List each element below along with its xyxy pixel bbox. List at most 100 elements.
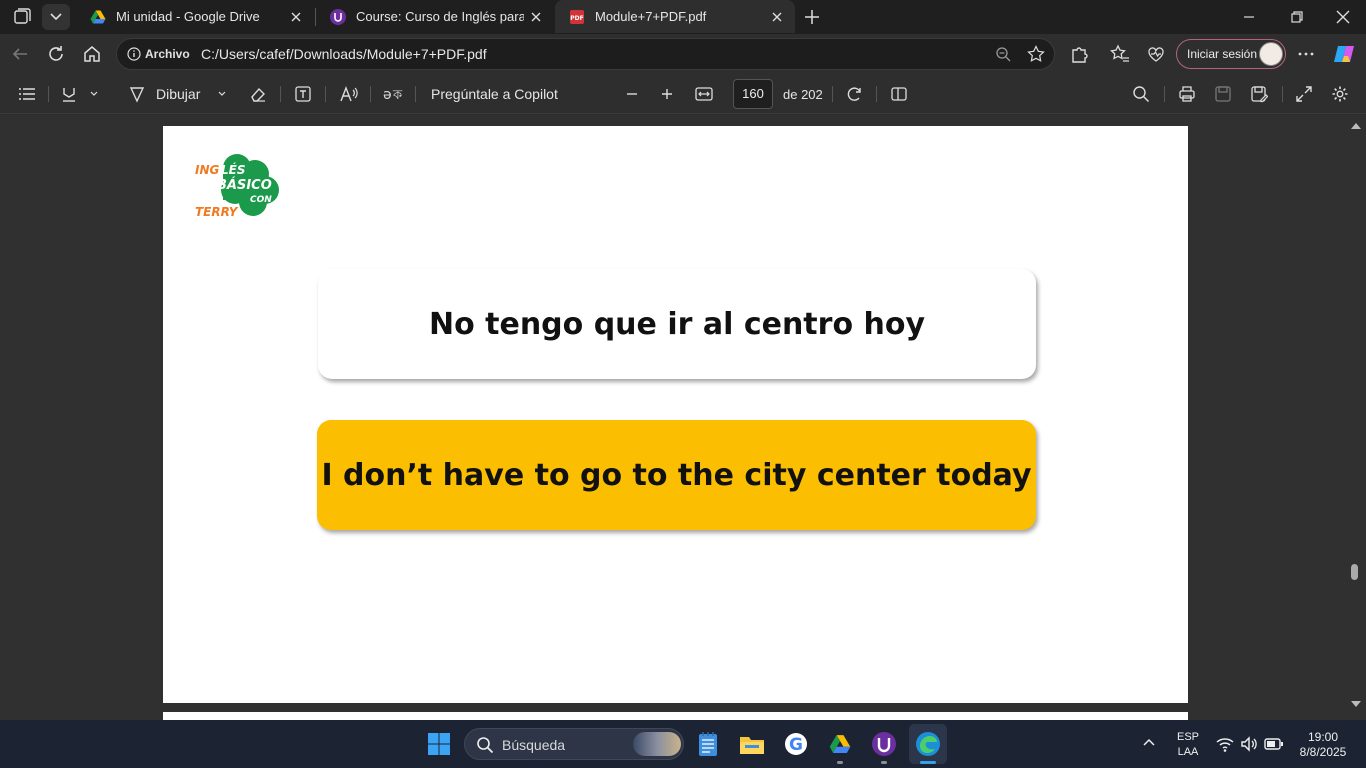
more-options-icon[interactable] bbox=[1292, 40, 1320, 68]
close-icon[interactable] bbox=[765, 5, 789, 29]
extensions-icon[interactable] bbox=[1065, 40, 1093, 68]
zoom-in-plus-icon[interactable] bbox=[657, 82, 677, 106]
close-icon[interactable] bbox=[284, 5, 308, 29]
zoom-out-minus-icon[interactable] bbox=[622, 82, 642, 106]
address-url[interactable]: C:/Users/cafef/Downloads/Module+7+PDF.pd… bbox=[201, 46, 487, 62]
spanish-phrase-card: No tengo que ir al centro hoy bbox=[318, 269, 1036, 379]
search-icon bbox=[476, 736, 494, 754]
svg-text:ক: ক bbox=[392, 88, 403, 103]
toolbar-divider bbox=[280, 86, 281, 102]
home-icon[interactable] bbox=[78, 40, 106, 68]
taskbar-search-box[interactable]: Búsqueda bbox=[464, 728, 684, 760]
wifi-icon[interactable] bbox=[1216, 736, 1234, 752]
toolbar-divider bbox=[370, 86, 371, 102]
file-explorer-icon[interactable] bbox=[736, 728, 768, 760]
fit-to-width-icon[interactable] bbox=[693, 82, 715, 106]
english-phrase-card: I don’t have to go to the city center to… bbox=[317, 420, 1036, 530]
highlight-chevron-down-icon[interactable] bbox=[86, 82, 102, 106]
zoom-out-icon[interactable] bbox=[995, 46, 1011, 62]
sign-in-label: Iniciar sesión bbox=[1187, 47, 1258, 61]
tab-course[interactable]: Course: Curso de Inglés para principiant… bbox=[316, 0, 554, 33]
svg-text:BÁSICO: BÁSICO bbox=[217, 177, 272, 193]
settings-gear-icon[interactable] bbox=[1329, 82, 1351, 106]
tab-title: Course: Curso de Inglés para principiant… bbox=[356, 9, 524, 24]
toolbar-divider bbox=[1164, 86, 1165, 102]
tab-pdf[interactable]: PDF Module+7+PDF.pdf bbox=[555, 0, 795, 33]
fullscreen-icon[interactable] bbox=[1293, 82, 1315, 106]
svg-text:TERRY: TERRY bbox=[195, 205, 239, 219]
draw-chevron-down-icon[interactable] bbox=[214, 82, 230, 106]
google-drive-icon[interactable] bbox=[824, 728, 856, 760]
favorites-icon[interactable] bbox=[1106, 40, 1134, 68]
window-close-icon[interactable] bbox=[1334, 8, 1352, 26]
address-bar[interactable]: Archivo C:/Users/cafef/Downloads/Module+… bbox=[116, 38, 1055, 70]
tab-bar: Mi unidad - Google Drive Course: Curso d… bbox=[0, 0, 1366, 34]
volume-icon[interactable] bbox=[1240, 736, 1258, 752]
next-pdf-page bbox=[163, 712, 1188, 720]
highlight-icon[interactable] bbox=[58, 82, 80, 106]
close-icon[interactable] bbox=[524, 5, 548, 29]
rotate-icon[interactable] bbox=[843, 82, 865, 106]
sign-in-button[interactable]: Iniciar sesión bbox=[1176, 39, 1286, 69]
toolbar-divider bbox=[325, 86, 326, 102]
svg-text:LÉS: LÉS bbox=[221, 162, 246, 177]
language-code: ESP bbox=[1176, 731, 1199, 743]
show-hidden-icons-chevron-icon[interactable] bbox=[1142, 736, 1156, 748]
save-icon[interactable] bbox=[1212, 82, 1234, 106]
avatar bbox=[1259, 42, 1283, 66]
battery-icon[interactable] bbox=[1264, 737, 1284, 751]
add-text-icon[interactable] bbox=[292, 82, 314, 106]
svg-text:ə: ə bbox=[383, 87, 392, 103]
tab-google-drive[interactable]: Mi unidad - Google Drive bbox=[76, 0, 314, 33]
back-arrow-icon[interactable] bbox=[6, 40, 34, 68]
svg-text:G: G bbox=[789, 735, 803, 755]
course-app-icon[interactable] bbox=[868, 728, 900, 760]
windows-taskbar: Búsqueda G ESP LAA 19:00 8/8/2025 bbox=[0, 720, 1366, 768]
table-of-contents-icon[interactable] bbox=[16, 82, 38, 106]
ask-copilot-button[interactable]: Pregúntale a Copilot bbox=[431, 82, 571, 106]
workspaces-icon[interactable] bbox=[10, 6, 34, 28]
navigation-bar: Archivo C:/Users/cafef/Downloads/Module+… bbox=[0, 34, 1366, 74]
minimize-icon[interactable] bbox=[1240, 8, 1258, 26]
save-as-icon[interactable] bbox=[1248, 82, 1270, 106]
info-icon[interactable] bbox=[127, 47, 141, 61]
active-indicator bbox=[920, 761, 936, 764]
draw-label[interactable]: Dibujar bbox=[156, 82, 206, 106]
translate-icon[interactable]: əক bbox=[382, 82, 406, 106]
tab-title: Module+7+PDF.pdf bbox=[595, 9, 707, 24]
toolbar-divider bbox=[1282, 86, 1283, 102]
pdf-viewer: ING LÉS BÁSICO CON TERRY No tengo que ir… bbox=[0, 115, 1366, 720]
toolbar-divider bbox=[415, 86, 416, 102]
microsoft-edge-icon[interactable] bbox=[912, 728, 944, 760]
page-number-input[interactable]: 160 bbox=[733, 79, 773, 109]
refresh-icon[interactable] bbox=[42, 40, 70, 68]
pdf-toolbar: Dibujar əক Pregúntale a Copilot 160 de 2… bbox=[0, 74, 1366, 114]
clock-date: 8/8/2025 bbox=[1299, 745, 1347, 759]
running-indicator bbox=[837, 761, 843, 764]
read-aloud-icon[interactable] bbox=[337, 82, 361, 106]
clock[interactable]: 19:00 8/8/2025 bbox=[1292, 730, 1354, 760]
input-language-indicator[interactable]: ESP LAA bbox=[1172, 730, 1204, 760]
svg-text:PDF: PDF bbox=[570, 15, 583, 22]
toolbar-divider bbox=[48, 86, 49, 102]
clock-time: 19:00 bbox=[1307, 730, 1339, 744]
svg-text:CON: CON bbox=[250, 195, 272, 205]
page-view-icon[interactable] bbox=[888, 82, 910, 106]
new-tab-plus-icon[interactable] bbox=[800, 5, 824, 29]
page-total-label: de 202 bbox=[783, 86, 823, 102]
copilot-icon[interactable] bbox=[1330, 40, 1358, 68]
search-icon[interactable] bbox=[1130, 82, 1152, 106]
windows-start-icon[interactable] bbox=[423, 728, 455, 760]
toolbar-divider bbox=[832, 86, 833, 102]
restore-icon[interactable] bbox=[1288, 8, 1306, 26]
draw-icon[interactable] bbox=[126, 82, 148, 106]
browser-essentials-icon[interactable] bbox=[1142, 40, 1170, 68]
eraser-icon[interactable] bbox=[247, 82, 269, 106]
tab-actions-chevron-icon[interactable] bbox=[42, 4, 70, 30]
vertical-scrollbar[interactable] bbox=[1346, 115, 1366, 720]
scrollbar-thumb[interactable] bbox=[1351, 564, 1358, 580]
google-chrome-icon[interactable]: G bbox=[780, 728, 812, 760]
print-icon[interactable] bbox=[1176, 82, 1198, 106]
favorite-star-icon[interactable] bbox=[1027, 45, 1045, 63]
notepad-icon[interactable] bbox=[692, 728, 724, 760]
